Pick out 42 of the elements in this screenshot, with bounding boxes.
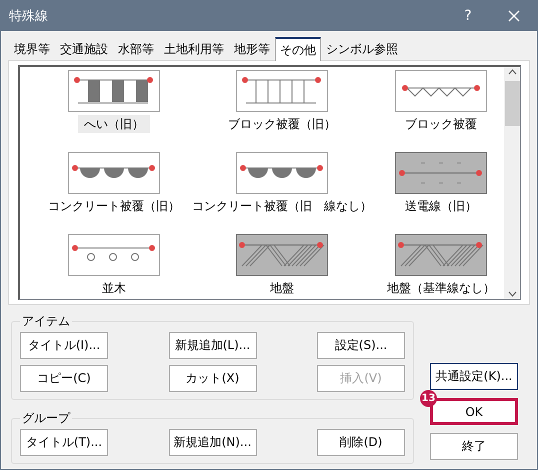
line-symbol-drawing[interactable] xyxy=(68,70,160,112)
tab[interactable]: 交通施設 xyxy=(55,38,113,60)
symbol-label[interactable]: ブロック被覆（旧） xyxy=(222,115,342,133)
dialog-button[interactable]: タイトル(T)... xyxy=(20,429,108,456)
step-badge: 13 xyxy=(420,390,437,407)
scrollbar-thumb[interactable] xyxy=(504,81,520,126)
dialog-button[interactable]: 終了 xyxy=(430,433,518,460)
symbol-label[interactable]: 並木 xyxy=(96,279,132,297)
line-symbol-drawing[interactable] xyxy=(68,234,160,276)
symbol-label[interactable]: コンクリート被覆（旧） xyxy=(42,197,186,215)
symbol-label[interactable]: へい（旧） xyxy=(78,115,150,133)
line-symbol-drawing[interactable] xyxy=(236,152,328,194)
symbol-label[interactable]: 地盤（基準線なし） xyxy=(381,279,501,297)
dialog-button[interactable]: 設定(S)... xyxy=(317,332,405,359)
dialog-button[interactable]: コピー(C) xyxy=(20,365,108,392)
symbol-label[interactable]: 地盤 xyxy=(264,279,300,297)
dialog-button[interactable]: 削除(D) xyxy=(317,429,405,456)
dialog-button[interactable]: 新規追加(L)... xyxy=(168,332,256,359)
line-symbol-drawing[interactable] xyxy=(395,70,487,112)
close-icon xyxy=(508,10,520,22)
dialog-button[interactable]: 共通設定(K)... xyxy=(430,363,518,390)
tab[interactable]: シンボル参照 xyxy=(321,38,403,60)
symbol-label[interactable]: 送電線（旧） xyxy=(399,197,483,215)
scroll-down-icon[interactable] xyxy=(508,291,516,297)
tab[interactable]: 境界等 xyxy=(9,38,55,60)
symbol-label[interactable]: コンクリート被覆（旧 線なし） xyxy=(186,197,378,215)
group-title: アイテム xyxy=(21,313,71,330)
window-title: 特殊線 xyxy=(9,8,49,25)
symbol-label[interactable]: ブロック被覆 xyxy=(399,115,483,133)
dialog-button[interactable]: 新規追加(N)... xyxy=(168,429,256,456)
tab[interactable]: その他 xyxy=(275,37,321,61)
group-title: グループ xyxy=(21,410,72,427)
tab[interactable]: 地形等 xyxy=(229,38,275,60)
scroll-up-icon[interactable] xyxy=(508,69,516,75)
help-button[interactable]: ? xyxy=(445,1,491,31)
dialog-button[interactable]: タイトル(I)... xyxy=(20,332,108,359)
tab[interactable]: 水部等 xyxy=(113,38,159,60)
line-symbol-drawing[interactable] xyxy=(68,152,160,194)
line-symbol-drawing[interactable] xyxy=(236,70,328,112)
scrollbar[interactable] xyxy=(504,67,520,299)
tab[interactable]: 土地利用等 xyxy=(159,38,229,60)
dialog-button[interactable]: カット(X) xyxy=(168,365,256,392)
